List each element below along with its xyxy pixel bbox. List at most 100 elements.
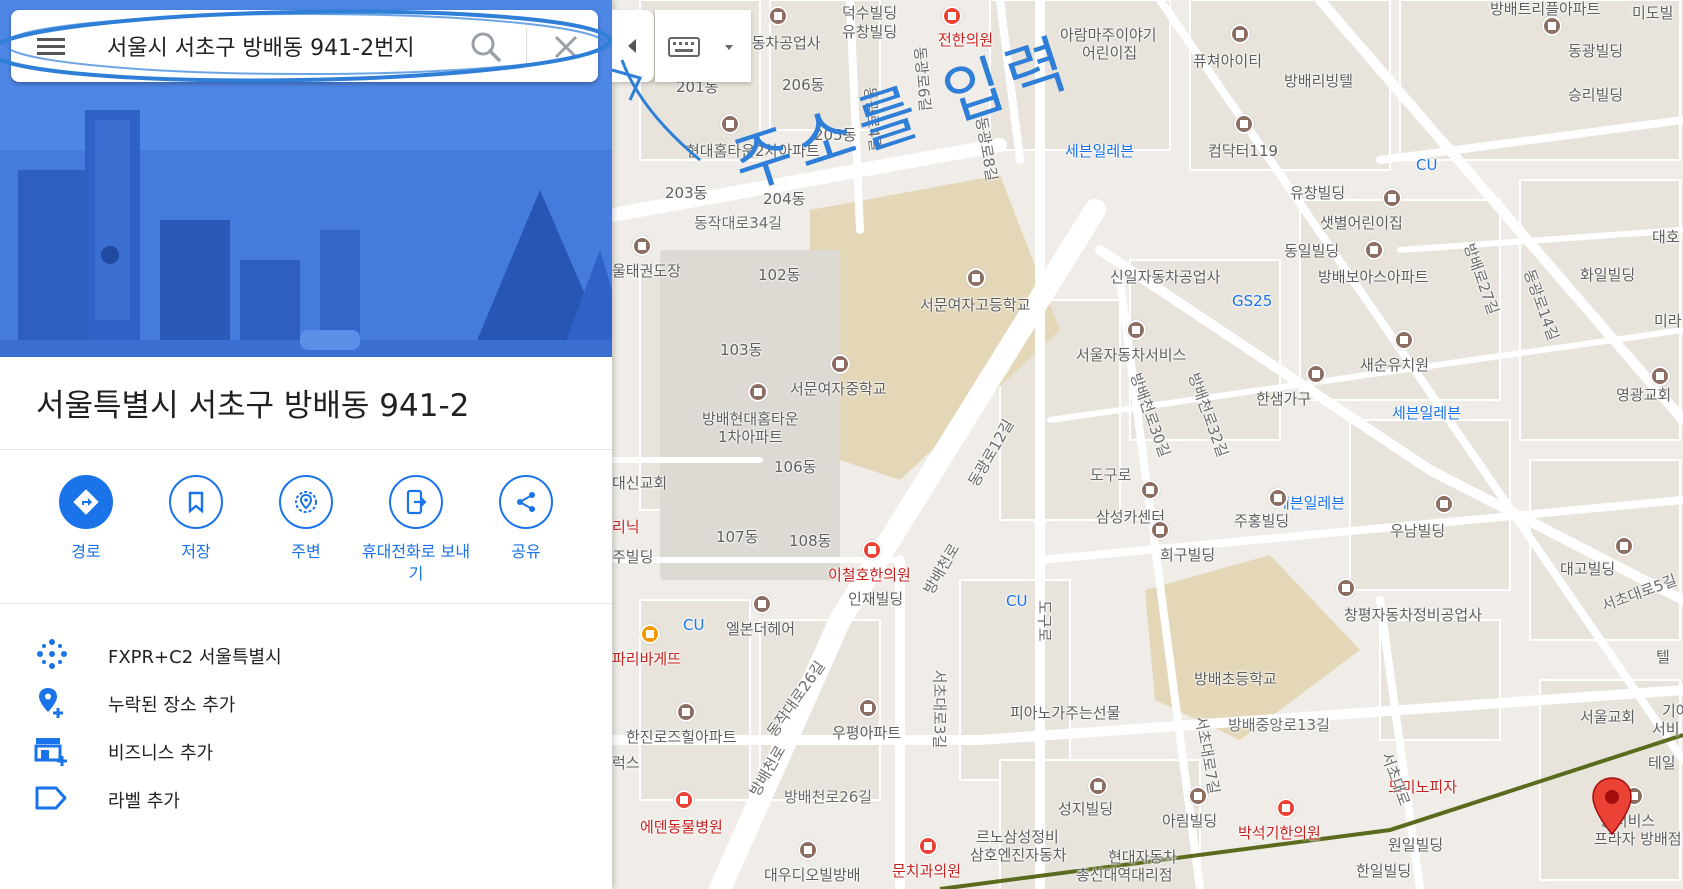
poi-marker[interactable] — [1234, 114, 1254, 134]
poi-marker[interactable] — [1434, 494, 1454, 514]
hamburger-menu-icon[interactable] — [37, 34, 65, 58]
map-label: 기아 — [1662, 702, 1683, 720]
map-label: 테일 — [1648, 754, 1676, 772]
poi-marker[interactable] — [674, 790, 694, 810]
map-label: 우남빌딩 — [1390, 522, 1446, 540]
send-to-phone-button[interactable]: 휴대전화로 보내기 — [361, 475, 471, 585]
close-icon[interactable] — [551, 32, 581, 62]
map-label: 문치과의원 — [892, 862, 962, 880]
map-label: 방배천로26길 — [784, 788, 873, 806]
map-label: 어린이집 — [1082, 44, 1138, 62]
share-icon — [499, 475, 553, 529]
add-place-row[interactable]: 누락된 장소 추가 — [0, 682, 612, 722]
share-button[interactable]: 공유 — [471, 475, 581, 563]
poi-marker[interactable] — [862, 540, 882, 560]
directions-icon — [59, 475, 113, 529]
map-label: 삼호엔진자동차 — [970, 846, 1067, 864]
poi-marker[interactable] — [798, 840, 818, 860]
map-label: 퓨쳐아이티 — [1193, 52, 1263, 70]
poi-marker[interactable] — [858, 698, 878, 718]
map-label: 한일빌딩 — [1356, 862, 1412, 880]
map-label: 유창빌딩 — [842, 23, 898, 41]
map-label: 세븐일레븐 — [1392, 404, 1462, 422]
map-label: 1차아파트 — [718, 428, 783, 446]
poi-marker[interactable] — [1150, 520, 1170, 540]
map-label: 방배보아스아파트 — [1318, 268, 1429, 286]
map-label: 승리빌딩 — [1568, 86, 1624, 104]
chevron-down-icon — [725, 45, 733, 50]
map-label: 방배중앙로13길 — [1228, 716, 1330, 734]
add-label-row[interactable]: 라벨 추가 — [0, 778, 612, 818]
map-label: 서초대로3길 — [930, 669, 949, 749]
poi-marker[interactable] — [676, 702, 696, 722]
poi-marker[interactable] — [1650, 366, 1670, 386]
map-label: 영광교회 — [1616, 386, 1672, 404]
poi-marker[interactable] — [918, 836, 938, 856]
map-label: 유창빌딩 — [1290, 184, 1346, 202]
poi-marker[interactable] — [966, 268, 986, 288]
send-to-phone-icon — [389, 475, 443, 529]
poi-marker[interactable] — [748, 382, 768, 402]
plus-code-row[interactable]: FXPR+C2 서울특별시 — [0, 634, 612, 674]
poi-marker[interactable] — [1276, 798, 1296, 818]
map-label: 미도빌 — [1632, 4, 1674, 22]
poi-marker[interactable] — [1126, 320, 1146, 340]
poi-marker[interactable] — [1088, 776, 1108, 796]
poi-marker[interactable] — [830, 354, 850, 374]
save-button[interactable]: 저장 — [141, 475, 251, 563]
map-label: 희구빌딩 — [1160, 546, 1216, 564]
poi-marker[interactable] — [1364, 240, 1384, 260]
place-title: 서울특별시 서초구 방배동 941-2 — [36, 388, 470, 424]
location-marker-icon[interactable] — [1590, 776, 1634, 836]
poi-marker[interactable] — [768, 6, 788, 26]
map-label: 203동 — [665, 184, 708, 202]
map-label: 대우디오빌방배 — [764, 866, 861, 884]
poi-marker[interactable] — [1394, 330, 1414, 350]
poi-marker[interactable] — [1140, 480, 1160, 500]
poi-marker[interactable] — [1336, 578, 1356, 598]
search-icon[interactable] — [467, 28, 505, 66]
plus-code-icon — [37, 639, 67, 669]
poi-marker[interactable] — [1306, 364, 1326, 384]
poi-marker[interactable] — [1542, 16, 1562, 36]
search-input[interactable] — [107, 32, 457, 60]
poi-marker[interactable] — [1268, 488, 1288, 508]
poi-marker[interactable] — [752, 594, 772, 614]
poi-marker[interactable] — [640, 624, 660, 644]
map-label: 컴닥터119 — [1208, 142, 1279, 160]
poi-marker[interactable] — [1614, 536, 1634, 556]
map-label: 현대자동차 — [1108, 848, 1178, 866]
map-label: 리닉 — [612, 518, 640, 536]
map-label: 도구로 — [1035, 600, 1054, 642]
map-label: 에덴동물병원 — [640, 818, 723, 836]
poi-marker[interactable] — [1230, 24, 1250, 44]
map-label: 럭스 — [612, 754, 640, 772]
map-label: 서문여자중학교 — [790, 380, 887, 398]
poi-marker[interactable] — [1382, 188, 1402, 208]
poi-marker[interactable] — [632, 236, 652, 256]
map-label: 우평아파트 — [832, 724, 902, 742]
map-label: CU — [1416, 156, 1438, 174]
map-label: 박석기한의원 — [1238, 824, 1321, 842]
map-label: 방배초등학교 — [1194, 670, 1277, 688]
add-label-text: 라벨 추가 — [108, 791, 180, 812]
input-tools-button[interactable] — [655, 10, 751, 82]
map-label: 서문여자고등학교 — [920, 296, 1031, 314]
map-label: 106동 — [774, 458, 817, 476]
map-label: 르노삼성정비 — [976, 828, 1059, 846]
poi-marker[interactable] — [942, 6, 962, 26]
collapse-panel-button[interactable] — [612, 10, 654, 82]
chevron-left-icon — [628, 39, 636, 53]
map-label: 대신교회 — [612, 474, 668, 492]
map-label: 동작대로34길 — [694, 214, 783, 232]
poi-marker[interactable] — [1188, 786, 1208, 806]
map-label: 서울교회 — [1580, 708, 1636, 726]
directions-button[interactable]: 경로 — [31, 475, 141, 563]
search-divider — [526, 28, 527, 66]
map-label: 아림빌딩 — [1162, 812, 1218, 830]
add-business-row[interactable]: 비즈니스 추가 — [0, 730, 612, 770]
map-label: 동일빌딩 — [1284, 242, 1340, 260]
nearby-button[interactable]: 주변 — [251, 475, 361, 563]
map-label: 주홍빌딩 — [1234, 512, 1290, 530]
search-box[interactable] — [11, 10, 598, 82]
